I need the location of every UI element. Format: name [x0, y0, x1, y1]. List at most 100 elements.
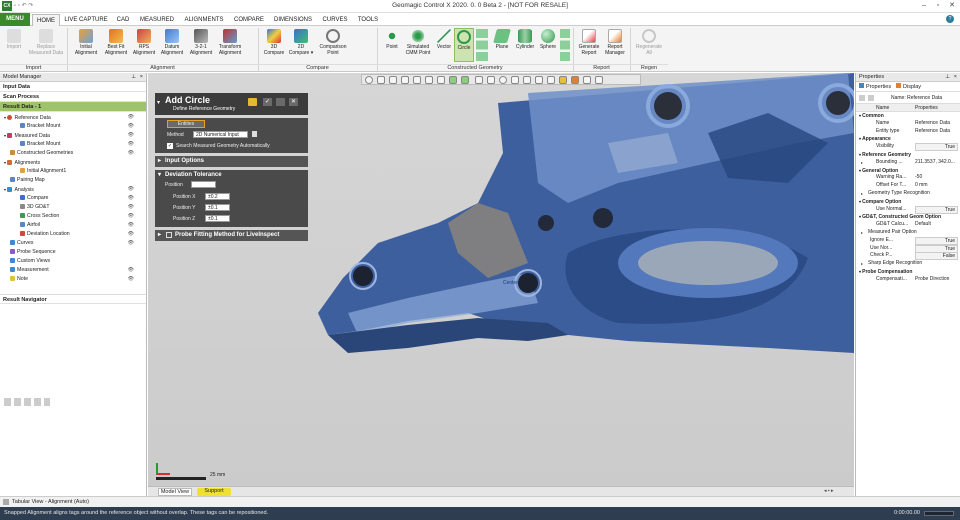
comparison-point-button[interactable]: Comparison Point	[316, 29, 350, 56]
property-value[interactable]: False	[915, 252, 958, 261]
tree-item-alignments[interactable]: ▾ Alignments	[0, 158, 146, 167]
search-checkbox[interactable]: ✓	[167, 143, 173, 149]
tab-properties[interactable]: Properties	[859, 83, 891, 90]
next-button[interactable]	[276, 98, 285, 106]
rect-select-icon[interactable]	[487, 76, 495, 84]
3d-compare-button[interactable]: 3D Compare	[262, 29, 286, 56]
view-fit-icon[interactable]	[365, 76, 373, 84]
close-panel-icon[interactable]: ×	[140, 73, 143, 82]
property-row[interactable]: Offset For T... 0 mm	[856, 182, 960, 190]
321-alignment-button[interactable]: 3-2-1 Alignment	[186, 29, 216, 56]
property-category[interactable]: ▾ Reference Geometry	[856, 151, 960, 159]
tree-item-custom-views[interactable]: Custom Views	[0, 257, 146, 266]
visibility-eye-icon[interactable]: 👁	[128, 275, 134, 284]
polygon-select-icon[interactable]	[511, 76, 519, 84]
tree-item-analysis[interactable]: ▾ Analysis 👁	[0, 185, 146, 194]
2d-compare-button[interactable]: 2D Compare ▾	[287, 29, 315, 56]
tree-item-reference-data[interactable]: ▾ Reference Data 👁	[0, 113, 146, 122]
visibility-eye-icon[interactable]: 👁	[128, 212, 134, 221]
visibility-eye-icon[interactable]: 👁	[128, 230, 134, 239]
tree-item-constructed-geometries[interactable]: Constructed Geometries 👁	[0, 149, 146, 158]
input-data-section[interactable]: Input Data	[0, 82, 146, 92]
tab-dimensions[interactable]: DIMENSIONS	[270, 14, 316, 26]
property-category[interactable]: ▾ Probe Compensation	[856, 268, 960, 276]
split-view-icon[interactable]	[437, 76, 445, 84]
extend-select-icon[interactable]	[547, 76, 555, 84]
tab-measured[interactable]: MEASURED	[137, 14, 177, 26]
position-x-field[interactable]: ±0.2	[205, 193, 230, 200]
plane-button[interactable]: Plane	[490, 29, 514, 50]
probe-fitting-section[interactable]: ▸ Probe Fitting Method for LiveInspect	[155, 230, 308, 241]
property-category[interactable]: ▾ General Option	[856, 167, 960, 175]
tab-compare[interactable]: COMPARE	[231, 14, 267, 26]
more-geometry-icons[interactable]	[476, 29, 488, 61]
tab-alignments[interactable]: ALIGNMENTS	[180, 14, 228, 26]
more-tools-icon[interactable]	[595, 76, 603, 84]
property-row[interactable]: Check P... False	[856, 252, 960, 261]
property-row[interactable]: Ignore E... True	[856, 236, 960, 245]
3d-viewport[interactable]: Center Add Circle Define Reference Geome…	[148, 73, 854, 486]
visibility-eye-icon[interactable]: 👁	[128, 194, 134, 203]
position-y-field[interactable]: ±0.1	[205, 204, 230, 211]
visibility-eye-icon[interactable]: 👁	[128, 131, 134, 140]
tree-item-compare[interactable]: Compare 👁	[0, 194, 146, 203]
filter-icon[interactable]	[559, 76, 567, 84]
probe-fitting-checkbox[interactable]	[166, 232, 172, 238]
visibility-eye-icon[interactable]: 👁	[128, 239, 134, 248]
property-row[interactable]: Entity type Reference Data	[856, 128, 960, 136]
rps-alignment-button[interactable]: RPS Alignment	[130, 29, 158, 56]
regenerate-all-button[interactable]: Regenerate All	[633, 29, 665, 56]
visibility-eye-icon[interactable]: 👁	[128, 122, 134, 131]
sort-icon[interactable]	[859, 95, 865, 101]
property-row[interactable]: Use Nor... True	[856, 244, 960, 253]
restore-icon[interactable]: ▫	[932, 1, 944, 11]
input-options-section[interactable]: ▸ Input Options	[155, 156, 308, 167]
tree-item-initial-alignment1[interactable]: Initial Alignment1	[0, 167, 146, 176]
property-row[interactable]: ▸ Geometry Type Recognition	[856, 190, 960, 198]
tree-item-pairing-map[interactable]: Pairing Map	[0, 176, 146, 185]
tree-item-3d-gdt[interactable]: 3D GD&T 👁	[0, 203, 146, 212]
point-button[interactable]: Point	[381, 29, 403, 50]
tabular-view-bar[interactable]: Tabular View - Alignment (Auto)	[0, 496, 960, 507]
cylinder-button[interactable]: Cylinder	[513, 29, 537, 50]
property-value[interactable]: True	[915, 205, 958, 214]
visibility-eye-icon[interactable]: 👁	[128, 149, 134, 158]
method-lock-icon[interactable]	[252, 131, 257, 137]
property-value[interactable]: True	[915, 236, 958, 245]
generate-report-button[interactable]: Generate Report	[576, 29, 602, 56]
tab-model-view[interactable]: Model View	[158, 488, 192, 496]
close-icon[interactable]: ✕	[946, 1, 958, 11]
sphere-button[interactable]: Sphere	[536, 29, 560, 50]
lock-icon[interactable]	[248, 98, 257, 106]
transform-alignment-button[interactable]: Transform Alignment	[214, 29, 246, 56]
visibility-eye-icon[interactable]: 👁	[128, 140, 134, 149]
visibility-eye-icon[interactable]: 👁	[128, 221, 134, 230]
tab-home[interactable]: HOME	[32, 14, 60, 26]
view-orient-icon[interactable]	[377, 76, 385, 84]
tree-item-measured-data[interactable]: ▾ Measured Data 👁	[0, 131, 146, 140]
tree-item-bracket-mount-ref[interactable]: Bracket Mount 👁	[0, 122, 146, 131]
settings-icon[interactable]	[583, 76, 591, 84]
property-category[interactable]: ▾ Common	[856, 112, 960, 120]
initial-alignment-button[interactable]: Initial Alignment	[70, 29, 102, 56]
tab-menu[interactable]: MENU	[0, 13, 30, 26]
display-filter-icon[interactable]	[571, 76, 579, 84]
tab-live-capture[interactable]: LIVE CAPTURE	[63, 14, 109, 26]
minimize-icon[interactable]: –	[918, 1, 930, 11]
tab-cad[interactable]: CAD	[112, 14, 134, 26]
tree-item-deviation-location[interactable]: Deviation Location 👁	[0, 230, 146, 239]
entities-tab[interactable]: Entities	[167, 120, 205, 128]
deviation-tolerance-section[interactable]: ▾ Deviation Tolerance	[155, 170, 308, 181]
tree-item-curves[interactable]: Curves 👁	[0, 239, 146, 248]
circle-button[interactable]: Circle	[454, 28, 474, 62]
paint-select-icon[interactable]	[535, 76, 543, 84]
view-cube-icon[interactable]	[389, 76, 397, 84]
quad-view-icon[interactable]	[449, 76, 457, 84]
collapse-icon[interactable]: ▾	[157, 99, 160, 106]
property-row[interactable]: Warning Ra... -50	[856, 174, 960, 182]
best-fit-alignment-button[interactable]: Best Fit Alignment	[101, 29, 131, 56]
import-button[interactable]: Import	[2, 29, 26, 50]
layout-icon[interactable]	[413, 76, 421, 84]
property-category[interactable]: ▾ Appearance	[856, 135, 960, 143]
line-select-icon[interactable]	[475, 76, 483, 84]
